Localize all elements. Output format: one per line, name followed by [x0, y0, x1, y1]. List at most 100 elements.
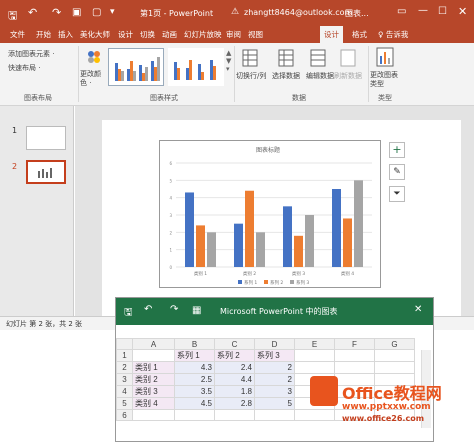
table-cell[interactable]: 5 — [254, 397, 295, 410]
table-cell[interactable]: 2.8 — [214, 397, 255, 410]
close-icon[interactable]: ✕ — [458, 5, 467, 18]
ribbon-options-icon[interactable]: ▭ — [397, 6, 406, 17]
slide-thumbnail-2[interactable] — [26, 160, 66, 184]
change-chart-type-button[interactable]: 更改图表类型 — [370, 71, 398, 89]
switch-row-col-button[interactable]: 切换行/列 — [236, 71, 266, 81]
sheet-redo-icon[interactable]: ↷ — [170, 304, 178, 315]
table-cell[interactable]: 2.5 — [174, 373, 215, 386]
save-icon[interactable]: 🖫 — [8, 7, 17, 26]
undo-icon[interactable]: ↶ — [28, 6, 37, 19]
customize-icon[interactable]: ▾ — [110, 7, 115, 17]
table-cell[interactable] — [254, 409, 295, 421]
table-cell[interactable]: 4.5 — [174, 397, 215, 410]
chart-elements-button[interactable]: + — [389, 142, 405, 158]
column-header-f[interactable]: F — [334, 338, 375, 350]
table-cell[interactable]: 1.8 — [214, 385, 255, 398]
tab-chart-design[interactable]: 设计 — [320, 26, 343, 43]
column-header-a[interactable]: A — [132, 338, 175, 350]
table-cell[interactable] — [374, 349, 415, 362]
tab-insert[interactable]: 插入 — [58, 29, 73, 40]
sheet-undo-icon[interactable]: ↶ — [144, 304, 152, 315]
table-cell[interactable] — [132, 349, 175, 362]
column-header-b[interactable]: B — [174, 338, 215, 350]
tab-design[interactable]: 设计 — [118, 29, 133, 40]
tab-file[interactable]: 文件 — [10, 29, 25, 40]
row-header[interactable]: 5 — [116, 397, 133, 410]
table-cell[interactable]: 3.5 — [174, 385, 215, 398]
bar-2-0[interactable] — [283, 206, 292, 267]
edit-data-button[interactable]: 编辑数据 — [306, 71, 334, 81]
sheet-close-icon[interactable]: ✕ — [414, 304, 422, 315]
bar-3-0[interactable] — [332, 189, 341, 267]
bar-2-1[interactable] — [294, 235, 303, 267]
tab-home[interactable]: 开始 — [36, 29, 51, 40]
select-data-button[interactable]: 选择数据 — [272, 71, 300, 81]
tab-transitions[interactable]: 切换 — [140, 29, 155, 40]
table-cell[interactable]: 类别 2 — [132, 373, 175, 386]
bar-0-1[interactable] — [196, 225, 205, 267]
column-header-d[interactable]: D — [254, 338, 295, 350]
quick-layout-button[interactable]: 快速布局 · — [8, 63, 40, 73]
tab-slideshow[interactable]: 幻灯片放映 — [184, 29, 222, 40]
sheet-save-icon[interactable]: 🖫 — [124, 305, 133, 322]
maximize-icon[interactable]: ☐ — [438, 6, 447, 17]
table-cell[interactable] — [132, 409, 175, 421]
row-header[interactable]: 3 — [116, 373, 133, 386]
minimize-icon[interactable]: — — [418, 5, 428, 16]
tab-format[interactable]: 格式 — [352, 29, 367, 40]
table-cell[interactable]: 2 — [254, 373, 295, 386]
table-cell[interactable]: 2 — [254, 361, 295, 374]
table-cell[interactable] — [374, 361, 415, 374]
table-cell[interactable]: 系列 3 — [254, 349, 295, 362]
row-header[interactable]: 2 — [116, 361, 133, 374]
column-header-e[interactable]: E — [294, 338, 335, 350]
corner-cell[interactable] — [116, 338, 133, 350]
bar-3-2[interactable] — [354, 180, 363, 267]
bar-1-1[interactable] — [245, 190, 254, 267]
tab-animations[interactable]: 动画 — [162, 29, 177, 40]
slideshow-icon[interactable]: ▣ — [72, 7, 81, 18]
table-cell[interactable]: 3 — [254, 385, 295, 398]
chart-object[interactable]: 图表标题 0 1 2 3 4 5 6 类别 1 类别 2 类别 3 类别 4 系列 1 系列 2 系列 3 — [159, 140, 381, 288]
tab-view[interactable]: 视图 — [248, 29, 263, 40]
bar-0-0[interactable] — [185, 192, 194, 267]
redo-icon[interactable]: ↷ — [52, 6, 61, 19]
change-colors-button[interactable]: 更改颜色 · — [80, 70, 106, 88]
table-cell[interactable]: 类别 4 — [132, 397, 175, 410]
bar-0-2[interactable] — [207, 232, 216, 267]
styles-scroll-icon[interactable]: ▲ ▼ ▾ — [226, 49, 231, 73]
table-cell[interactable]: 4.3 — [174, 361, 215, 374]
table-cell[interactable] — [214, 409, 255, 421]
row-header[interactable]: 1 — [116, 349, 133, 362]
column-header-c[interactable]: C — [214, 338, 255, 350]
chart-filter-button[interactable]: ⏷ — [389, 186, 405, 202]
table-cell[interactable]: 系列 2 — [214, 349, 255, 362]
tab-review[interactable]: 审阅 — [226, 29, 241, 40]
table-cell[interactable] — [174, 409, 215, 421]
table-cell[interactable]: 系列 1 — [174, 349, 215, 362]
row-header[interactable]: 6 — [116, 409, 133, 421]
chart-style-1[interactable] — [108, 48, 164, 86]
sheet-excel-icon[interactable]: ▦ — [192, 305, 201, 316]
table-cell[interactable]: 2.4 — [214, 361, 255, 374]
add-chart-element-button[interactable]: 添加图表元素 · — [8, 49, 54, 59]
table-cell[interactable] — [334, 361, 375, 374]
tab-beautify[interactable]: 美化大师 — [80, 29, 110, 40]
table-cell[interactable]: 类别 1 — [132, 361, 175, 374]
chart-styles-button[interactable]: ✎ — [389, 164, 405, 180]
chart-style-2[interactable] — [168, 48, 224, 86]
bar-1-2[interactable] — [256, 232, 265, 267]
table-cell[interactable] — [294, 349, 335, 362]
bar-1-0[interactable] — [234, 223, 243, 267]
bar-3-1[interactable] — [343, 218, 352, 267]
account-email[interactable]: zhangtt8464@outlook.com — [244, 8, 352, 17]
row-header[interactable]: 4 — [116, 385, 133, 398]
slide-thumbnail-1[interactable] — [26, 126, 66, 150]
tab-tell-me[interactable]: ♀ 告诉我 — [378, 29, 408, 40]
table-cell[interactable] — [294, 361, 335, 374]
table-cell[interactable]: 4.4 — [214, 373, 255, 386]
table-cell[interactable] — [334, 349, 375, 362]
quick-access-icon[interactable]: ▢ — [92, 7, 101, 18]
table-cell[interactable]: 类别 3 — [132, 385, 175, 398]
bar-2-2[interactable] — [305, 215, 314, 267]
